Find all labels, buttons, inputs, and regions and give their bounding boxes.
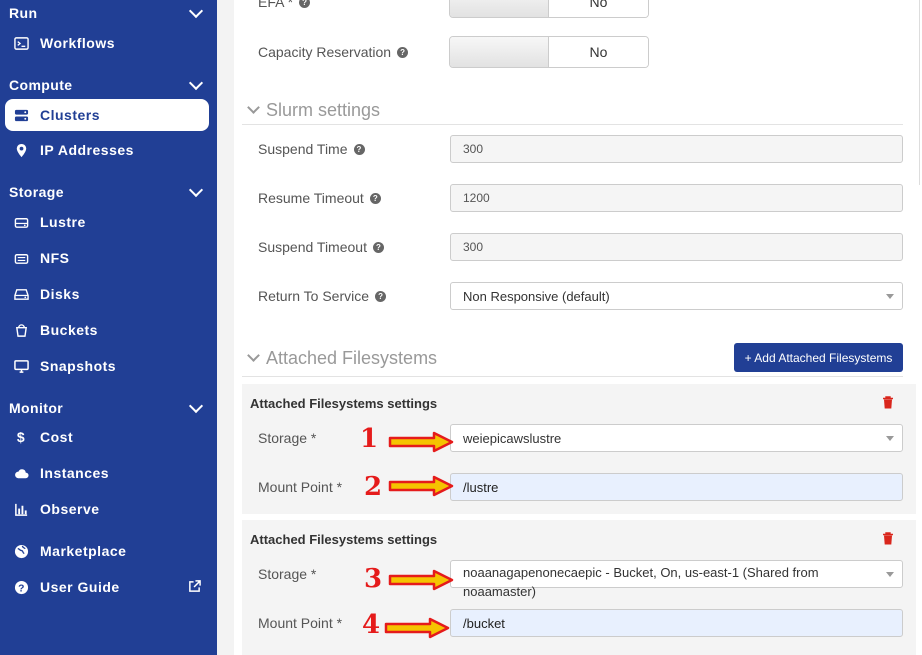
sidebar-item-workflows[interactable]: Workflows: [5, 27, 209, 59]
annotation-number-1: 1: [360, 424, 379, 454]
efa-label: EFA *?: [258, 0, 311, 12]
red-arrow-icon: [388, 431, 454, 453]
chevron-down-icon: [188, 3, 204, 18]
sidebar-item-snapshots[interactable]: Snapshots: [5, 350, 209, 382]
chevron-down-icon: [188, 398, 204, 413]
red-arrow-icon: [388, 475, 454, 497]
efa-toggle[interactable]: No: [449, 0, 649, 18]
trash-icon[interactable]: [882, 396, 894, 409]
network-storage-icon: [13, 250, 29, 266]
server-icon: [13, 107, 29, 123]
cluster-settings-form: EFA *? No Capacity Reservation? No Slurm…: [234, 0, 922, 655]
help-circle-icon[interactable]: ?: [397, 46, 409, 58]
sidebar-item-ip-addresses[interactable]: IP Addresses: [5, 134, 209, 166]
svg-text:?: ?: [18, 583, 25, 594]
sidebar-item-instances[interactable]: Instances: [5, 457, 209, 489]
sidebar-item-lustre[interactable]: Lustre: [5, 206, 209, 238]
divider: [242, 124, 903, 125]
return-to-service-select[interactable]: Non Responsive (default): [450, 282, 903, 310]
hard-drive-icon: [13, 286, 29, 302]
storage-icon: [13, 214, 29, 230]
external-link-icon: [189, 580, 201, 592]
chevron-down-icon: [247, 349, 260, 362]
sidebar-item-buckets[interactable]: Buckets: [5, 314, 209, 346]
sidebar-item-clusters[interactable]: Clusters: [5, 99, 209, 131]
sidebar-item-observe[interactable]: Observe: [5, 493, 209, 525]
sidebar-item-user-guide[interactable]: ? User Guide: [5, 571, 209, 603]
suspend-time-input[interactable]: 300: [450, 135, 903, 163]
suspend-timeout-label: Suspend Timeout?: [258, 237, 384, 257]
cloud-icon: [13, 465, 29, 481]
annotation-number-4: 4: [362, 610, 381, 640]
slurm-settings-header[interactable]: Slurm settings: [246, 98, 380, 122]
help-circle-icon[interactable]: ?: [353, 143, 365, 155]
divider: [242, 376, 903, 377]
caret-down-icon: [886, 436, 894, 441]
dollar-icon: $: [16, 429, 26, 445]
chevron-down-icon: [188, 75, 204, 90]
trash-icon[interactable]: [882, 532, 894, 545]
sidebar-section-compute[interactable]: Compute: [9, 74, 204, 96]
storage-label-1: Storage *: [258, 430, 317, 446]
chart-icon: [13, 501, 29, 517]
sidebar-section-monitor[interactable]: Monitor: [9, 397, 204, 419]
scroll-edge: [919, 0, 920, 185]
map-pin-icon: [13, 142, 29, 158]
suspend-time-label: Suspend Time?: [258, 139, 365, 159]
chevron-down-icon: [247, 101, 260, 114]
storage-select-2[interactable]: noaanagapenonecaepic - Bucket, On, us-ea…: [450, 560, 903, 599]
card-title: Attached Filesystems settings: [250, 532, 438, 547]
resume-timeout-input[interactable]: 1200: [450, 184, 903, 212]
caret-down-icon: [886, 294, 894, 299]
return-to-service-label: Return To Service?: [258, 286, 387, 306]
mount-point-label-2: Mount Point *: [258, 615, 343, 631]
sidebar-item-cost[interactable]: $ Cost: [5, 421, 209, 453]
monitor-icon: [13, 358, 29, 374]
help-circle-icon[interactable]: ?: [375, 290, 387, 302]
sidebar: Run Workflows Compute Clusters IP Addres…: [0, 0, 217, 655]
mount-point-input-1[interactable]: /lustre: [450, 473, 903, 501]
sidebar-item-disks[interactable]: Disks: [5, 278, 209, 310]
terminal-icon: [13, 35, 29, 51]
help-icon: ?: [13, 579, 29, 595]
capacity-reservation-toggle[interactable]: No: [449, 36, 649, 68]
storage-select-1[interactable]: weiepicawslustre: [450, 424, 903, 452]
sidebar-section-run[interactable]: Run: [9, 2, 204, 24]
help-circle-icon[interactable]: ?: [299, 0, 311, 8]
add-attached-filesystems-button[interactable]: + Add Attached Filesystems: [734, 343, 903, 372]
card-title: Attached Filesystems settings: [250, 396, 438, 411]
red-arrow-icon: [384, 617, 450, 639]
resume-timeout-label: Resume Timeout?: [258, 188, 381, 208]
sidebar-item-marketplace[interactable]: Marketplace: [5, 535, 209, 567]
sidebar-section-storage[interactable]: Storage: [9, 181, 204, 203]
annotation-number-3: 3: [364, 564, 383, 594]
bucket-icon: [13, 322, 29, 338]
caret-down-icon: [886, 572, 894, 577]
mount-point-label-1: Mount Point *: [258, 479, 343, 495]
globe-icon: [13, 543, 29, 559]
capacity-reservation-label: Capacity Reservation?: [258, 42, 409, 62]
storage-label-2: Storage *: [258, 566, 317, 582]
help-circle-icon[interactable]: ?: [369, 192, 381, 204]
help-circle-icon[interactable]: ?: [372, 241, 384, 253]
sidebar-item-nfs[interactable]: NFS: [5, 242, 209, 274]
red-arrow-icon: [388, 569, 454, 591]
attached-filesystems-header[interactable]: Attached Filesystems: [246, 346, 437, 370]
annotation-number-2: 2: [364, 472, 383, 502]
mount-point-input-2[interactable]: /bucket: [450, 609, 903, 637]
suspend-timeout-input[interactable]: 300: [450, 233, 903, 261]
chevron-down-icon: [188, 182, 204, 197]
